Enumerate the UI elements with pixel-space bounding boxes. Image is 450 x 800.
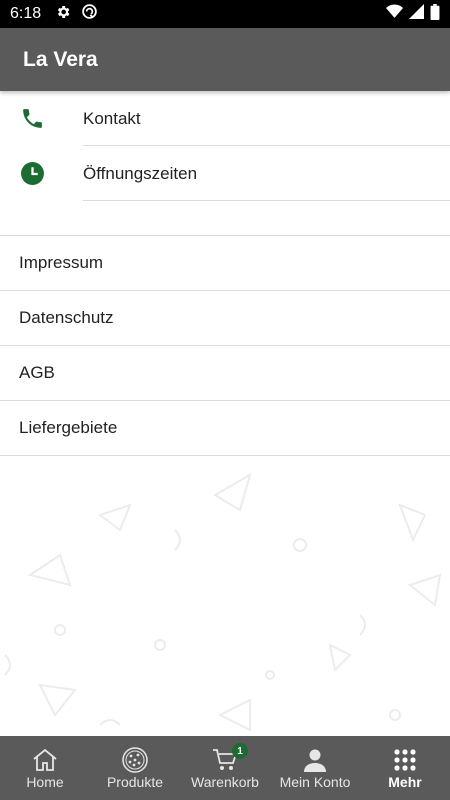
opening-hours-label: Öffnungszeiten	[83, 163, 198, 183]
pizza-icon	[122, 747, 148, 773]
nav-products-label: Produkte	[106, 774, 164, 790]
delivery-areas-label: Liefergebiete	[19, 418, 118, 437]
nav-cart[interactable]: 1 Warenkorb	[180, 736, 270, 800]
clock-icon	[19, 161, 45, 187]
status-bar: 6:18	[0, 0, 450, 28]
app-title: La Vera	[23, 47, 98, 71]
nav-home-label: Home	[26, 774, 64, 790]
home-icon	[31, 747, 59, 773]
opening-hours-row[interactable]: Öffnungszeiten	[0, 146, 450, 201]
nav-more-label: Mehr	[388, 774, 422, 790]
nav-more[interactable]: Mehr	[360, 736, 450, 800]
imprint-row[interactable]: Impressum	[0, 236, 450, 291]
terms-row[interactable]: AGB	[0, 346, 450, 401]
cart-icon: 1	[212, 743, 248, 773]
cell-signal-icon	[409, 4, 424, 24]
privacy-row[interactable]: Datenschutz	[0, 291, 450, 346]
section-divider	[0, 201, 450, 236]
nav-account[interactable]: Mein Konto	[270, 736, 360, 800]
background-food-pattern	[4, 472, 442, 732]
app-bar: La Vera	[0, 28, 450, 91]
contact-label: Kontakt	[83, 108, 141, 128]
nav-account-label: Mein Konto	[279, 774, 351, 790]
gear-icon	[55, 4, 71, 25]
cart-count-badge: 1	[232, 743, 248, 759]
imprint-label: Impressum	[19, 253, 104, 272]
more-menu-content: Kontakt Öffnungszeiten Impressum Datensc…	[0, 91, 450, 736]
phone-icon	[19, 106, 45, 132]
status-right-icons	[386, 3, 440, 25]
sync-icon	[81, 3, 98, 25]
terms-label: AGB	[19, 363, 55, 382]
status-time: 6:18	[10, 5, 42, 22]
wifi-icon	[386, 4, 403, 24]
account-icon	[303, 747, 327, 773]
divider	[83, 200, 450, 201]
privacy-label: Datenschutz	[19, 308, 114, 327]
status-left-icons	[55, 3, 98, 25]
bottom-navigation: Home Produkte 1 Warenkorb Mein Konto Meh…	[0, 736, 450, 800]
delivery-areas-row[interactable]: Liefergebiete	[0, 401, 450, 456]
nav-cart-label: Warenkorb	[191, 774, 259, 790]
more-grid-icon	[394, 747, 416, 773]
nav-products[interactable]: Produkte	[90, 736, 180, 800]
battery-icon	[430, 3, 440, 25]
nav-home[interactable]: Home	[0, 736, 90, 800]
contact-row[interactable]: Kontakt	[0, 91, 450, 146]
